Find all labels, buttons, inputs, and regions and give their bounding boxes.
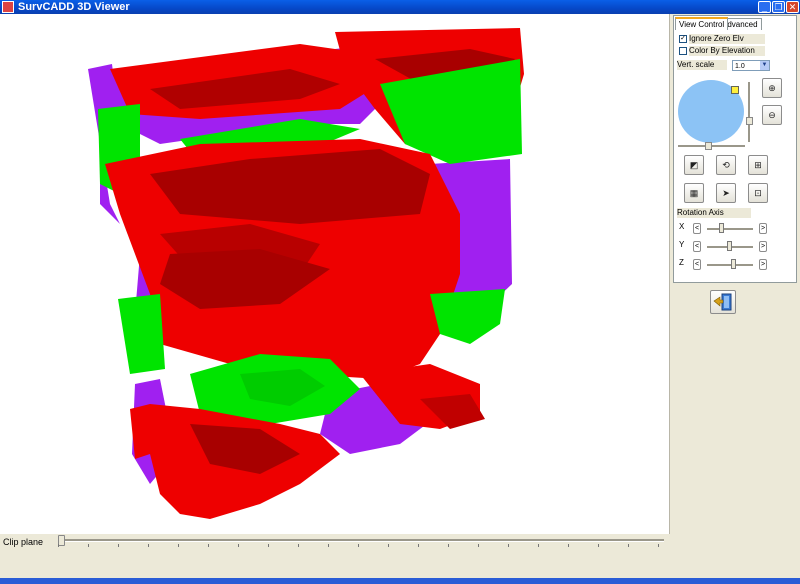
axis-z-left-button[interactable]: < bbox=[693, 259, 701, 270]
pan-icon: ⊡ bbox=[754, 188, 762, 198]
maximize-button[interactable]: ❐ bbox=[772, 1, 785, 13]
axis-x-right-button[interactable]: > bbox=[759, 223, 767, 234]
taskbar-strip bbox=[0, 578, 800, 584]
3d-viewport[interactable] bbox=[0, 14, 670, 534]
view-icon: ◩ bbox=[689, 160, 699, 170]
close-button[interactable]: ✕ bbox=[786, 1, 799, 13]
voxel-model bbox=[88, 28, 524, 519]
settings-button[interactable]: ▦ bbox=[684, 183, 704, 203]
window-title: SurvCADD 3D Viewer bbox=[18, 1, 130, 13]
clip-plane-label: Clip plane bbox=[3, 537, 44, 547]
exit-button[interactable] bbox=[710, 290, 736, 314]
settings-icon: ▦ bbox=[689, 188, 699, 198]
vert-scale-label: Vert. scale bbox=[677, 60, 727, 70]
axis-x-thumb[interactable] bbox=[719, 223, 724, 233]
minimize-button[interactable]: _ bbox=[758, 1, 771, 13]
axis-z-track[interactable] bbox=[707, 264, 753, 266]
pan-button[interactable]: ⊡ bbox=[748, 183, 768, 203]
view-reset-button[interactable]: ⟲ bbox=[716, 155, 736, 175]
title-bar: SurvCADD 3D Viewer _ ❐ ✕ bbox=[0, 0, 800, 14]
app-icon bbox=[2, 1, 14, 13]
color-by-elevation-checkbox[interactable] bbox=[679, 47, 687, 55]
chevron-down-icon[interactable]: ▼ bbox=[760, 61, 769, 70]
pointer-icon: ➤ bbox=[722, 188, 730, 198]
rotation-axis-header: Rotation Axis bbox=[677, 208, 751, 218]
axis-x-label: X bbox=[679, 222, 685, 231]
clip-plane-track[interactable] bbox=[58, 539, 664, 542]
axis-x-track[interactable] bbox=[707, 228, 753, 230]
exit-door-icon bbox=[713, 293, 732, 311]
ignore-zero-elv-label: Ignore Zero Elv bbox=[689, 34, 765, 44]
select-pointer-button[interactable]: ➤ bbox=[716, 183, 736, 203]
ignore-zero-elv-checkbox[interactable]: ✓ bbox=[679, 35, 687, 43]
axis-y-label: Y bbox=[679, 240, 685, 249]
zoom-extents-icon: ⊞ bbox=[754, 160, 762, 170]
axis-y-left-button[interactable]: < bbox=[693, 241, 701, 252]
axis-x-left-button[interactable]: < bbox=[693, 223, 701, 234]
clip-plane-ticks bbox=[58, 544, 664, 548]
zoom-in-icon: ⊕ bbox=[768, 83, 776, 93]
vertical-tilt-thumb[interactable] bbox=[746, 117, 753, 125]
axis-z-thumb[interactable] bbox=[731, 259, 736, 269]
view-top-button[interactable]: ◩ bbox=[684, 155, 704, 175]
axis-y-thumb[interactable] bbox=[727, 241, 732, 251]
vertical-tilt-track[interactable] bbox=[748, 82, 750, 142]
reset-view-icon: ⟲ bbox=[722, 160, 730, 170]
tab-view-control[interactable]: View Control bbox=[675, 17, 729, 30]
horizontal-spin-thumb[interactable] bbox=[705, 142, 712, 150]
vert-scale-select[interactable]: 1.0 ▼ bbox=[732, 60, 770, 71]
zoom-out-button[interactable]: ⊖ bbox=[762, 105, 782, 125]
zoom-out-icon: ⊖ bbox=[768, 110, 776, 120]
color-by-elevation-label: Color By Elevation bbox=[689, 46, 765, 56]
zoom-in-button[interactable]: ⊕ bbox=[762, 78, 782, 98]
axis-z-right-button[interactable]: > bbox=[759, 259, 767, 270]
zoom-extents-button[interactable]: ⊞ bbox=[748, 155, 768, 175]
axis-y-right-button[interactable]: > bbox=[759, 241, 767, 252]
vert-scale-value: 1.0 bbox=[735, 63, 745, 70]
globe-handle[interactable] bbox=[731, 86, 739, 94]
axis-z-label: Z bbox=[679, 258, 684, 267]
